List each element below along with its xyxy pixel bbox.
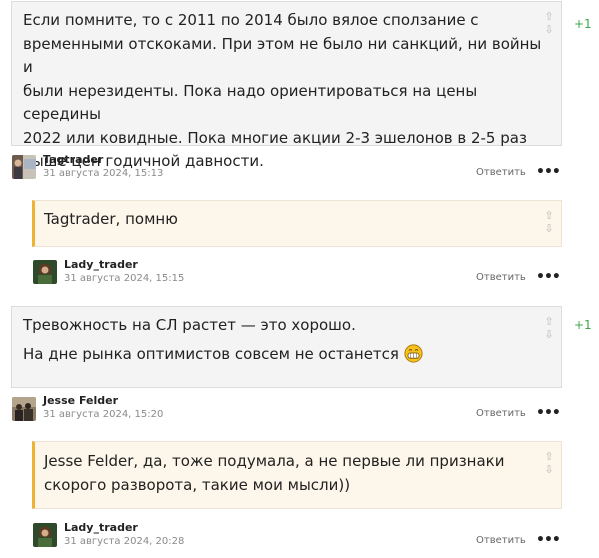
vote-up-icon[interactable]: ⇧ — [543, 450, 555, 463]
comment-date: 31 августа 2024, 20:28 — [64, 536, 185, 547]
comment-paragraph: Тревожность на СЛ растет — это хорошо. — [23, 316, 356, 334]
comment-author[interactable]: Tagtrader — [43, 153, 103, 166]
comment-text-line: Если помните, то с 2011 по 2014 было вял… — [23, 11, 479, 29]
comment-text-line: временными отскоками. При этом не было н… — [23, 34, 542, 77]
comment-text-line: были нерезиденты. Пока надо ориентироват… — [23, 81, 478, 124]
vote-down-icon[interactable]: ⇩ — [543, 463, 555, 476]
vote-controls: ⇧ ⇩ — [543, 450, 555, 476]
reply-button[interactable]: Ответить — [476, 408, 526, 419]
comment-date: 31 августа 2024, 15:20 — [43, 409, 164, 420]
comment-author[interactable]: Lady_trader — [64, 258, 138, 271]
vote-controls: ⇧ ⇩ — [543, 315, 555, 341]
avatar[interactable] — [33, 523, 57, 547]
comment-date: 31 августа 2024, 15:15 — [64, 273, 185, 284]
comment-text: Если помните, то с 2011 по 2014 было вял… — [23, 9, 543, 174]
comment-score: +1 — [574, 318, 592, 332]
comment-author[interactable]: Lady_trader — [64, 521, 138, 534]
reply-button[interactable]: Ответить — [476, 535, 526, 546]
vote-up-icon[interactable]: ⇧ — [543, 209, 555, 222]
comment-paragraph: На дне рынка оптимистов совсем не остане… — [23, 344, 399, 363]
comment-text: Jesse Felder, да, тоже подумала, а не пе… — [44, 450, 534, 497]
comment-text-line: скорого разворота, такие мои мысли)) — [44, 475, 351, 494]
vote-controls: ⇧ ⇩ — [543, 10, 555, 36]
comment-text-line: 2022 или ковидные. Пока многие акции 2-3… — [23, 128, 527, 147]
comment-date: 31 августа 2024, 15:13 — [43, 168, 164, 179]
vote-up-icon[interactable]: ⇧ — [543, 315, 555, 328]
vote-controls: ⇧ ⇩ — [543, 209, 555, 235]
more-options-icon[interactable]: ••• — [536, 405, 561, 421]
comment-author[interactable]: Jesse Felder — [43, 394, 118, 407]
comment-score: +1 — [574, 17, 592, 31]
reply-button[interactable]: Ответить — [476, 272, 526, 283]
reply-button[interactable]: Ответить — [476, 167, 526, 178]
more-options-icon[interactable]: ••• — [536, 532, 561, 548]
vote-down-icon[interactable]: ⇩ — [543, 328, 555, 341]
more-options-icon[interactable]: ••• — [536, 164, 561, 180]
vote-down-icon[interactable]: ⇩ — [543, 23, 555, 36]
avatar[interactable] — [33, 260, 57, 284]
vote-up-icon[interactable]: ⇧ — [543, 10, 555, 23]
comment-text-line: Jesse Felder, да, тоже подумала, а не пе… — [44, 452, 505, 470]
avatar[interactable] — [12, 397, 36, 421]
comment-text: Тревожность на СЛ растет — это хорошо. Н… — [23, 314, 543, 366]
comment-text-line: Tagtrader, помню — [44, 210, 178, 228]
more-options-icon[interactable]: ••• — [536, 269, 561, 285]
comment-paragraph-line: На дне рынка оптимистов совсем не остане… — [23, 343, 543, 367]
comment-text: Tagtrader, помню — [44, 208, 524, 232]
vote-down-icon[interactable]: ⇩ — [543, 222, 555, 235]
avatar[interactable] — [12, 155, 36, 179]
grin-emoji-icon — [404, 343, 423, 363]
